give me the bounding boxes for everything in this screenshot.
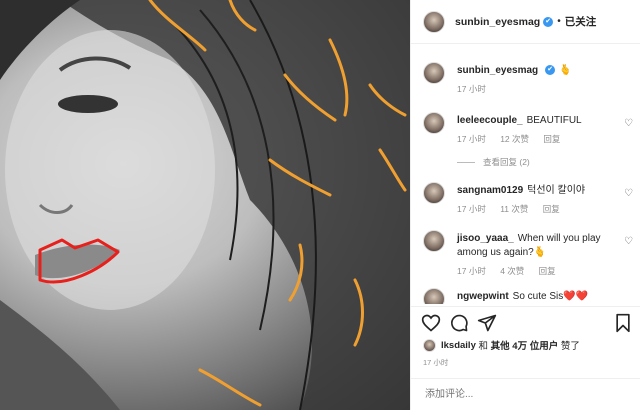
comment-username[interactable]: sangnam0129 [457, 185, 523, 196]
comment-avatar[interactable] [423, 182, 445, 204]
share-icon[interactable] [477, 313, 497, 333]
bookmark-icon[interactable] [613, 313, 633, 333]
reply-button[interactable]: 回复 [539, 266, 556, 276]
caption-time[interactable]: 17 小时 [457, 84, 486, 94]
header-separator: • [557, 16, 561, 27]
likes-summary: lksdaily 和 其他 4万 位用户 赞了 [423, 338, 580, 352]
comment-icon[interactable] [449, 313, 469, 333]
likes-suffix: 赞了 [558, 341, 580, 352]
comment-avatar[interactable] [423, 112, 445, 134]
likes-connector: 和 [475, 341, 491, 352]
comment-likes[interactable]: 11 次赞 [500, 204, 528, 214]
caption-username[interactable]: sunbin_eyesmag [457, 65, 538, 76]
comment-username[interactable]: jisoo_yaaa_ [457, 233, 514, 244]
add-comment-bar [411, 378, 640, 410]
post-header: sunbin_eyesmag ✔ • 已关注 [411, 0, 640, 44]
reply-button[interactable]: 回复 [543, 204, 560, 214]
comment-text: BEAUTIFUL [526, 115, 582, 126]
likes-count[interactable]: 其他 4万 位用户 [491, 338, 559, 352]
comment-like-heart-icon[interactable]: ♡ [624, 236, 633, 247]
comment-username[interactable]: ngwepwint [457, 291, 509, 302]
post-time[interactable]: 17 小时 [423, 357, 448, 368]
reply-button[interactable]: 回复 [543, 134, 560, 144]
post-panel: sunbin_eyesmag ✔ • 已关注 sunbin_eyesmag ✔ 🫰 … [410, 0, 640, 410]
comment-time[interactable]: 17 小时 [457, 134, 486, 144]
comment-text: 턱선이 칼이야 [527, 185, 586, 196]
comment-time[interactable]: 17 小时 [457, 266, 486, 276]
view-replies-label: 查看回复 (2) [483, 157, 530, 167]
comment-like-heart-icon[interactable]: ♡ [624, 188, 633, 199]
verified-icon: ✔ [545, 65, 556, 76]
comment-like-heart-icon[interactable]: ♡ [624, 118, 633, 129]
comments-list[interactable]: sunbin_eyesmag ✔ 🫰 17 小时 leeleecouple_ BEAU… [411, 56, 640, 304]
post-photo[interactable] [0, 0, 410, 410]
heart-icon[interactable] [421, 313, 441, 333]
comment-likes[interactable]: 12 次赞 [500, 134, 529, 144]
action-bar [411, 306, 640, 337]
author-username[interactable]: sunbin_eyesmag [455, 16, 540, 28]
comment-likes[interactable]: 4 次赞 [500, 266, 524, 276]
verified-icon: ✔ [543, 16, 554, 27]
comment-text: So cute Sis❤️❤️ [512, 291, 589, 302]
liker-avatar[interactable] [423, 338, 436, 352]
comment-avatar[interactable] [423, 230, 445, 252]
liker-username[interactable]: lksdaily [441, 340, 476, 351]
comment-username[interactable]: leeleecouple_ [457, 115, 523, 126]
following-button[interactable]: 已关注 [565, 14, 597, 29]
comment-input[interactable] [423, 388, 627, 401]
comment-avatar[interactable] [423, 288, 445, 304]
photo-artwork [0, 0, 410, 410]
caption-text: 🫰 [559, 65, 572, 76]
author-avatar[interactable] [423, 10, 445, 33]
comment-time[interactable]: 17 小时 [457, 204, 486, 214]
view-replies-button[interactable]: 查看回复 (2) [457, 156, 530, 168]
replies-divider [457, 162, 475, 164]
caption-avatar[interactable] [423, 62, 445, 84]
